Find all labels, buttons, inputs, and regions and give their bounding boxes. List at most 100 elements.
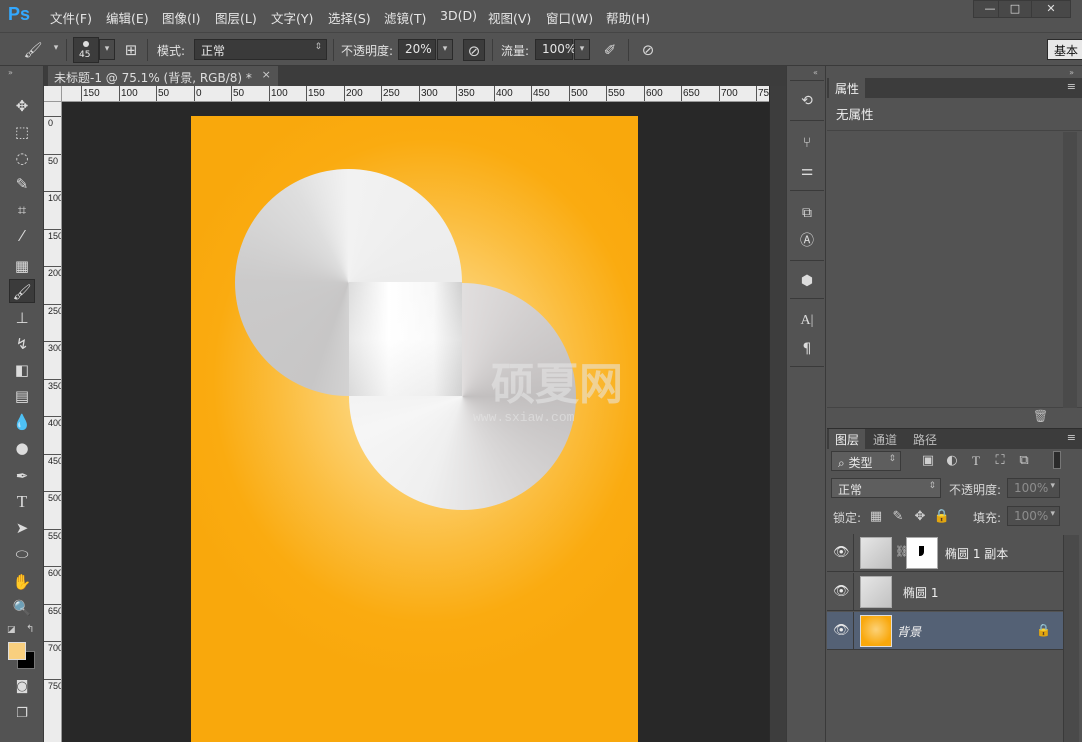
gradient-tool-icon[interactable]: ▤ bbox=[9, 384, 35, 408]
menu-edit[interactable]: 编辑(E) bbox=[106, 8, 149, 27]
default-colors-icon[interactable]: ◪ bbox=[7, 625, 16, 635]
lasso-tool-icon[interactable]: ◌ bbox=[9, 146, 35, 170]
expand-dock-icon[interactable]: » bbox=[1069, 68, 1074, 77]
brush-presets-panel-icon[interactable]: ⚌ bbox=[795, 160, 819, 182]
collapse-dock-icon[interactable]: « bbox=[813, 68, 818, 77]
layer-row-background[interactable]: 👁 背景 🔒 bbox=[827, 612, 1063, 650]
menu-select[interactable]: 选择(S) bbox=[328, 8, 371, 27]
layer-row-ellipse-copy[interactable]: 👁 ⛓ 椭圆 1 副本 bbox=[827, 534, 1063, 572]
paragraph-panel-icon[interactable]: ¶ bbox=[795, 338, 819, 360]
close-document-icon[interactable]: × bbox=[262, 68, 271, 81]
layers-scrollbar[interactable] bbox=[1063, 535, 1079, 742]
close-button[interactable]: ✕ bbox=[1031, 0, 1071, 18]
foreground-color-swatch[interactable] bbox=[8, 642, 26, 660]
mode-select[interactable]: 正常 ⇕ bbox=[194, 39, 327, 60]
canvas-vertical-scrollbar[interactable] bbox=[769, 86, 786, 742]
filter-toggle[interactable] bbox=[1053, 451, 1061, 469]
3d-panel-icon[interactable]: ⬢ bbox=[795, 270, 819, 292]
eraser-tool-icon[interactable]: ◧ bbox=[9, 358, 35, 382]
filter-shape-icon[interactable]: ⛶ bbox=[991, 453, 1009, 468]
healing-brush-tool-icon[interactable]: ▦ bbox=[9, 254, 35, 278]
menu-filter[interactable]: 滤镜(T) bbox=[384, 8, 426, 27]
tab-channels[interactable]: 通道 bbox=[867, 429, 903, 449]
visibility-eye-icon[interactable]: 👁 bbox=[833, 545, 850, 560]
menu-3d[interactable]: 3D(D) bbox=[440, 8, 477, 23]
tab-paths[interactable]: 路径 bbox=[907, 429, 943, 449]
move-tool-icon[interactable]: ✥ bbox=[9, 94, 35, 118]
brush-size-picker[interactable]: 45 bbox=[73, 37, 99, 63]
canvas-workspace[interactable]: 硕夏网 www.sxiaw.com bbox=[62, 102, 769, 742]
history-panel-icon[interactable]: ⟲ bbox=[795, 90, 819, 112]
ruler-origin[interactable] bbox=[44, 86, 62, 102]
clone-source-panel-icon[interactable]: ⧉ bbox=[795, 202, 819, 224]
tool-preset-arrow[interactable]: ▾ bbox=[48, 39, 64, 60]
visibility-eye-icon[interactable]: 👁 bbox=[833, 584, 850, 599]
blend-mode-select[interactable]: 正常 ⇕ bbox=[831, 478, 941, 498]
flow-slider-arrow[interactable]: ▾ bbox=[574, 39, 590, 60]
opacity-input[interactable]: 20% bbox=[398, 39, 436, 60]
menu-view[interactable]: 视图(V) bbox=[488, 8, 531, 27]
zoom-tool-icon[interactable]: 🔍 bbox=[9, 596, 35, 620]
menu-image[interactable]: 图像(I) bbox=[162, 8, 200, 27]
panel-menu-icon[interactable]: ≡ bbox=[1067, 431, 1076, 444]
marquee-tool-icon[interactable]: ⬚ bbox=[9, 120, 35, 144]
layer-mask-thumbnail[interactable] bbox=[906, 537, 938, 569]
menu-layer[interactable]: 图层(L) bbox=[215, 8, 257, 27]
tab-layers[interactable]: 图层 bbox=[829, 429, 866, 449]
layer-filter-select[interactable]: ⌕ 类型 ⇕ bbox=[831, 451, 901, 471]
quick-mask-icon[interactable]: ◙ bbox=[9, 675, 35, 699]
opacity-slider-arrow[interactable]: ▾ bbox=[437, 39, 453, 60]
brush-tool-icon[interactable]: 🖌 bbox=[9, 279, 35, 303]
quick-select-tool-icon[interactable]: ✎ bbox=[9, 172, 35, 196]
type-tool-icon[interactable]: T bbox=[9, 490, 35, 514]
swap-colors-icon[interactable]: ↰ bbox=[26, 624, 34, 635]
history-brush-tool-icon[interactable]: ↯ bbox=[9, 332, 35, 356]
lock-all-icon[interactable]: 🔒 bbox=[933, 509, 951, 524]
pressure-opacity-icon[interactable]: ⊘ bbox=[463, 39, 485, 61]
character-panel-icon[interactable]: A| bbox=[795, 310, 819, 332]
hand-tool-icon[interactable]: ✋ bbox=[9, 570, 35, 594]
menu-help[interactable]: 帮助(H) bbox=[606, 8, 650, 27]
layer-opacity-input[interactable]: 100% ▾ bbox=[1007, 478, 1060, 498]
tab-properties[interactable]: 属性 bbox=[829, 78, 866, 98]
lock-image-icon[interactable]: ✎ bbox=[889, 509, 907, 524]
ellipse-tool-icon[interactable]: ⬭ bbox=[9, 542, 35, 566]
brush-panel-icon[interactable]: ⑂ bbox=[795, 132, 819, 154]
maximize-button[interactable]: □ bbox=[998, 0, 1032, 18]
panel-menu-icon[interactable]: ≡ bbox=[1067, 80, 1076, 93]
menu-window[interactable]: 窗口(W) bbox=[546, 8, 593, 27]
menu-file[interactable]: 文件(F) bbox=[50, 8, 92, 27]
brush-tool-preset-icon[interactable]: 🖌 bbox=[22, 39, 44, 61]
visibility-eye-icon[interactable]: 👁 bbox=[833, 623, 850, 638]
filter-type-icon[interactable]: T bbox=[967, 453, 985, 469]
crop-tool-icon[interactable]: ⌗ bbox=[9, 198, 35, 222]
blur-tool-icon[interactable]: 💧 bbox=[9, 410, 35, 434]
airbrush-icon[interactable]: ✐ bbox=[599, 39, 621, 61]
character-styles-panel-icon[interactable]: Ⓐ bbox=[795, 230, 819, 252]
trash-icon[interactable]: 🗑 bbox=[1033, 409, 1048, 423]
brush-panel-toggle-icon[interactable]: ⊞ bbox=[120, 39, 142, 61]
flow-input[interactable]: 100% bbox=[535, 39, 576, 60]
lock-transparent-icon[interactable]: ▦ bbox=[867, 509, 885, 524]
screen-mode-icon[interactable]: ❐ bbox=[9, 702, 35, 726]
pen-tool-icon[interactable]: ✒ bbox=[9, 464, 35, 488]
brush-picker-arrow[interactable]: ▾ bbox=[99, 39, 115, 60]
filter-adjustment-icon[interactable]: ◐ bbox=[943, 453, 961, 468]
filter-smart-object-icon[interactable]: ⧉ bbox=[1015, 453, 1033, 468]
collapse-arrows-icon[interactable]: » bbox=[8, 68, 13, 77]
dodge-tool-icon[interactable]: ● bbox=[9, 436, 35, 460]
clone-stamp-tool-icon[interactable]: ⊥ bbox=[9, 306, 35, 330]
lock-position-icon[interactable]: ✥ bbox=[911, 509, 929, 524]
menu-type[interactable]: 文字(Y) bbox=[271, 8, 313, 27]
document-canvas[interactable]: 硕夏网 www.sxiaw.com bbox=[191, 116, 638, 742]
path-selection-tool-icon[interactable]: ➤ bbox=[9, 516, 35, 540]
workspace-button[interactable]: 基本 bbox=[1047, 39, 1082, 60]
eyedropper-tool-icon[interactable]: ⁄ bbox=[9, 224, 35, 248]
pressure-size-icon[interactable]: ⊘ bbox=[637, 39, 659, 61]
filter-pixel-icon[interactable]: ▣ bbox=[919, 453, 937, 468]
layer-row-ellipse[interactable]: 👁 椭圆 1 bbox=[827, 573, 1063, 611]
fill-input[interactable]: 100% ▾ bbox=[1007, 506, 1060, 526]
ruler-tick: 400 bbox=[494, 86, 513, 101]
properties-scrollbar[interactable] bbox=[1063, 132, 1077, 408]
document-tab[interactable]: 未标题-1 @ 75.1% (背景, RGB/8) * × bbox=[48, 66, 278, 86]
